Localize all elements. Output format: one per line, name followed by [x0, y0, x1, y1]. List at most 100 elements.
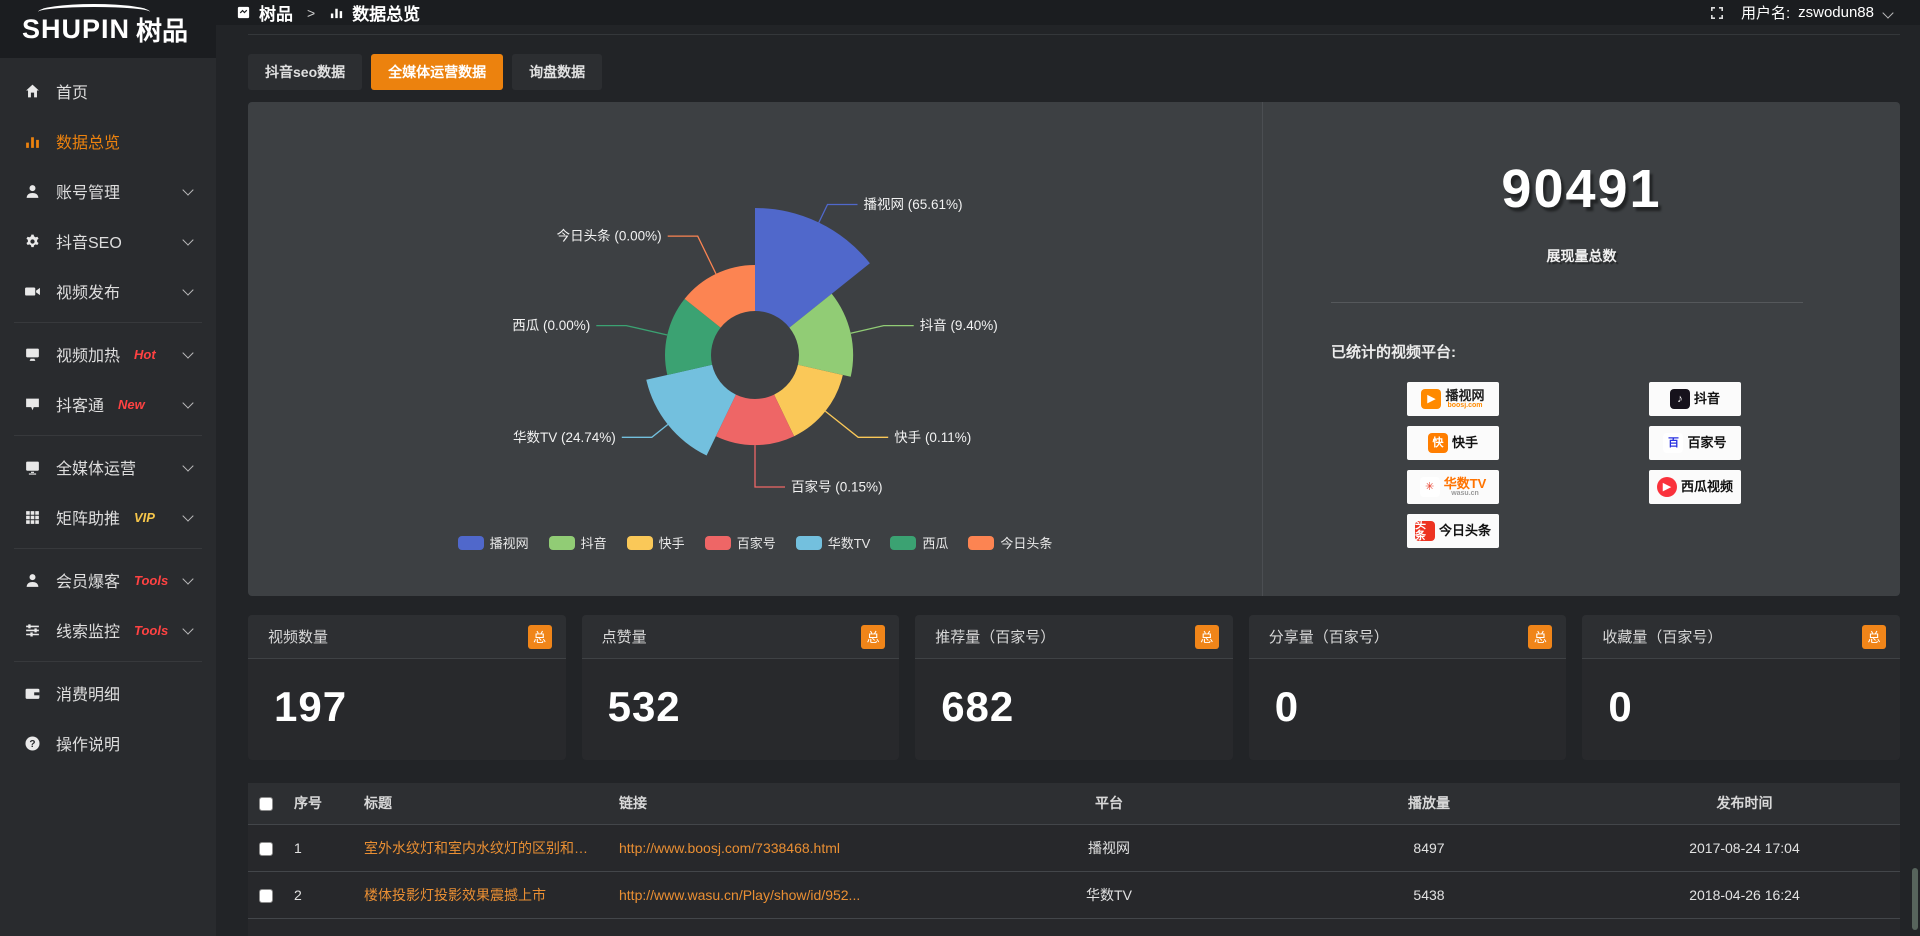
total-impressions-value: 90491: [1263, 158, 1900, 220]
platform-sub: boosj.com: [1447, 402, 1482, 409]
legend-item-快手[interactable]: 快手: [627, 533, 685, 552]
sidebar-item-home[interactable]: 首页: [0, 66, 216, 116]
row-checkbox[interactable]: [259, 889, 273, 903]
legend-item-华数TV[interactable]: 华数TV: [796, 533, 871, 552]
platform-badge-抖音[interactable]: ♪ 抖音: [1649, 382, 1741, 416]
platform-badges: ▶播视网boosj.com ♪ 抖音快快手 百百家号 ✳华数TVwasu.cn ▶西瓜视频…: [1407, 382, 1900, 548]
cell-no: 1: [284, 824, 354, 871]
total-badge[interactable]: 总: [861, 625, 885, 649]
label-line: [596, 326, 667, 335]
cell-title-link[interactable]: 楼体投影灯投影效果震撼上市: [354, 871, 609, 918]
cell-url-link[interactable]: http://www.wasu.cn/Play/show/id/952...: [609, 871, 949, 918]
platform-badge-播视网[interactable]: ▶播视网boosj.com: [1407, 382, 1499, 416]
username: zswodun88: [1798, 4, 1874, 21]
legend-item-西瓜[interactable]: 西瓜: [890, 533, 948, 552]
sidebar-item-badge: Tools: [134, 623, 168, 638]
stat-card-title: 视频数量: [268, 626, 328, 647]
legend-swatch: [705, 536, 731, 550]
breadcrumb-item[interactable]: 树品: [259, 0, 293, 25]
stat-card-value: 682: [915, 659, 1233, 731]
sidebar-item-label: 数据总览: [56, 129, 120, 153]
bar-chart-icon: [24, 133, 41, 150]
monitor-icon: [24, 459, 41, 476]
chevron-down-icon: [182, 234, 193, 245]
legend-item-今日头条[interactable]: 今日头条: [968, 533, 1052, 552]
stat-card-title: 点赞量: [602, 626, 647, 647]
fullscreen-icon[interactable]: [1709, 5, 1725, 21]
legend-label: 抖音: [581, 533, 607, 552]
platform-logo-icon: 快: [1428, 433, 1448, 453]
sidebar-item-account-management[interactable]: 账号管理: [0, 166, 216, 216]
sidebar-divider: [14, 661, 202, 662]
gear-icon: [24, 233, 41, 250]
total-badge[interactable]: 总: [528, 625, 552, 649]
header-divider: [248, 34, 1900, 35]
stat-card-3: 分享量（百家号）总0: [1249, 615, 1567, 760]
legend-item-百家号[interactable]: 百家号: [705, 533, 776, 552]
tab-0[interactable]: 抖音seo数据: [248, 54, 362, 90]
select-all-checkbox[interactable]: [259, 797, 273, 811]
platform-logo-icon: ♪: [1670, 389, 1690, 409]
sidebar-item-data-overview[interactable]: 数据总览: [0, 116, 216, 166]
sidebar-item-instructions[interactable]: ?操作说明: [0, 718, 216, 768]
cell-title-link[interactable]: 室外水纹灯和室内水纹灯的区别和简介: [354, 824, 609, 871]
sidebar-item-member-baoke[interactable]: 会员爆客Tools: [0, 555, 216, 605]
platform-logo-icon: ▶: [1657, 477, 1677, 497]
platform-badge-今日头条[interactable]: 头条今日头条: [1407, 514, 1499, 548]
sidebar-item-matrix-boost[interactable]: 矩阵助推VIP: [0, 492, 216, 542]
legend-swatch: [968, 536, 994, 550]
col-header-5: 发布时间: [1589, 783, 1900, 824]
chevron-down-icon: [182, 284, 193, 295]
platform-badge-西瓜视频[interactable]: ▶西瓜视频: [1649, 470, 1741, 504]
label-line: [825, 411, 888, 437]
stat-card-2: 推荐量（百家号）总682: [915, 615, 1233, 760]
platform-logo-icon: ▶: [1421, 389, 1441, 409]
tab-1[interactable]: 全媒体运营数据: [371, 54, 503, 90]
platform-badge-快手[interactable]: 快快手: [1407, 426, 1499, 460]
videos-table-wrap: 序号标题链接平台播放量发布时间 1室外水纹灯和室内水纹灯的区别和简介http:/…: [248, 783, 1900, 936]
rose-slice-华数TV[interactable]: [646, 365, 736, 456]
sidebar-item-clue-monitor[interactable]: 线索监控Tools: [0, 605, 216, 655]
stat-card-title: 收藏量（百家号）: [1602, 626, 1722, 647]
sidebar-item-video-heating[interactable]: 视频加热Hot: [0, 329, 216, 379]
chevron-down-icon: [182, 573, 193, 584]
sidebar-item-badge: VIP: [134, 510, 155, 525]
row-checkbox[interactable]: [259, 842, 273, 856]
breadcrumb-item[interactable]: 数据总览: [352, 0, 420, 25]
platform-logo-icon: 头条: [1415, 521, 1435, 541]
total-badge[interactable]: 总: [1862, 625, 1886, 649]
sidebar-item-label: 首页: [56, 79, 88, 103]
sidebar-item-consumption-detail[interactable]: 消费明细: [0, 668, 216, 718]
sidebar-item-omni-media-operation[interactable]: 全媒体运营: [0, 442, 216, 492]
legend-item-播视网[interactable]: 播视网: [458, 533, 529, 552]
col-header-1: 标题: [354, 783, 609, 824]
col-header-3: 平台: [949, 783, 1269, 824]
sidebar-item-douketong[interactable]: 抖客通 New: [0, 379, 216, 429]
sidebar-item-douyin-seo[interactable]: 抖音SEO: [0, 216, 216, 266]
slice-label: 西瓜 (0.00%): [512, 318, 590, 333]
user-menu[interactable]: 用户名: zswodun88: [1741, 2, 1892, 23]
sidebar-item-badge: New: [118, 397, 145, 412]
sidebar-item-label: 视频加热: [56, 342, 120, 366]
col-header-4: 播放量: [1269, 783, 1589, 824]
page-scrollbar-thumb[interactable]: [1912, 868, 1918, 930]
sidebar-item-video-publish[interactable]: 视频发布: [0, 266, 216, 316]
tab-2[interactable]: 询盘数据: [512, 54, 602, 90]
total-badge[interactable]: 总: [1195, 625, 1219, 649]
legend-label: 快手: [659, 533, 685, 552]
cell-url-link[interactable]: http://www.boosj.com/7338468.html: [609, 824, 949, 871]
sidebar-item-label: 消费明细: [56, 681, 120, 705]
platform-badge-百家号[interactable]: 百百家号: [1649, 426, 1741, 460]
slice-label: 百家号 (0.15%): [791, 479, 883, 495]
chat-icon: [24, 396, 41, 413]
total-badge[interactable]: 总: [1528, 625, 1552, 649]
app-logo[interactable]: SHUPIN 树品: [0, 0, 216, 58]
platform-badge-华数TV[interactable]: ✳华数TVwasu.cn: [1407, 470, 1499, 504]
platform-name: 抖音: [1694, 392, 1720, 406]
legend-item-抖音[interactable]: 抖音: [549, 533, 607, 552]
cell-plays: 5438: [1269, 871, 1589, 918]
sidebar-item-label: 抖客通: [56, 392, 104, 416]
table-row-partial: [248, 918, 1900, 936]
overview-panel: 播视网 (65.61%)抖音 (9.40%)快手 (0.11%)百家号 (0.1…: [248, 102, 1900, 596]
stat-card-header: 推荐量（百家号）总: [915, 615, 1233, 659]
